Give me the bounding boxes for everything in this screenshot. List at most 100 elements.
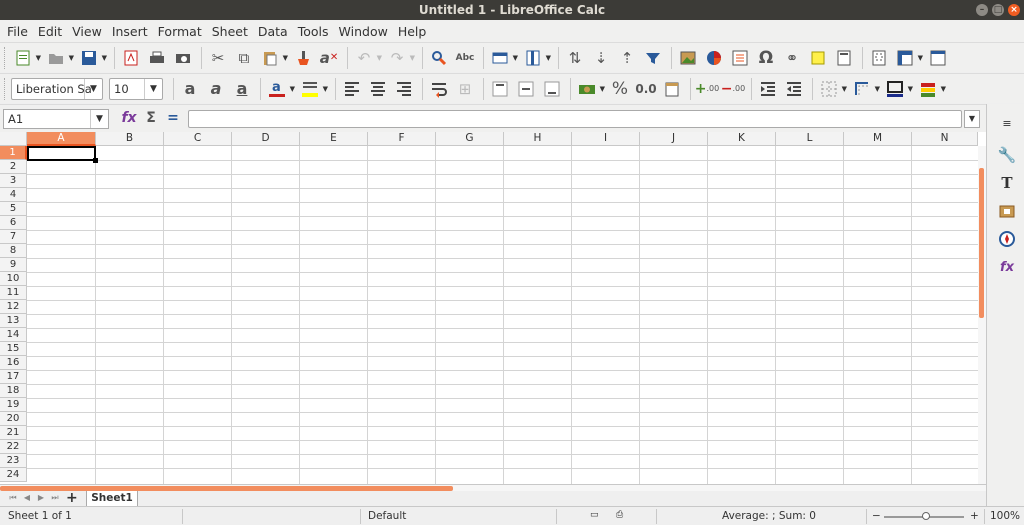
column-header-e[interactable]: E xyxy=(300,132,368,146)
column-header-b[interactable]: B xyxy=(96,132,164,146)
previous-sheet-icon[interactable]: ◀ xyxy=(20,493,34,503)
font-size-combo[interactable]: 10 ▼ xyxy=(109,77,163,100)
merge-cells-icon[interactable]: ⊞ xyxy=(453,77,477,101)
spreadsheet-grid[interactable]: A B C D E F G H I J K L M N 1 2 3 4 5 6 … xyxy=(0,132,986,484)
row-header-11[interactable]: 11 xyxy=(0,286,27,300)
chevron-down-icon[interactable]: ▼ xyxy=(144,78,162,99)
column-header-d[interactable]: D xyxy=(232,132,300,146)
toolbar-grip[interactable] xyxy=(4,46,7,69)
maximize-button[interactable]: □ xyxy=(992,4,1004,16)
percent-format-icon[interactable]: % xyxy=(608,77,632,101)
active-cell-cursor[interactable] xyxy=(27,146,98,163)
column-header-i[interactable]: I xyxy=(572,132,640,146)
conditional-format-icon[interactable]: ▼ xyxy=(916,77,946,101)
page-style[interactable]: Default xyxy=(368,510,406,522)
cut-icon[interactable]: ✂ xyxy=(206,46,230,70)
add-sheet-button[interactable]: + xyxy=(66,490,78,506)
menu-sheet[interactable]: Sheet xyxy=(207,24,253,39)
first-sheet-icon[interactable]: ⏮ xyxy=(6,493,20,503)
menu-view[interactable]: View xyxy=(67,24,107,39)
currency-format-icon[interactable]: ▼ xyxy=(575,77,605,101)
row-header-12[interactable]: 12 xyxy=(0,300,27,314)
font-color-icon[interactable]: a ▼ xyxy=(265,77,295,101)
row-header-8[interactable]: 8 xyxy=(0,244,27,258)
row-header-4[interactable]: 4 xyxy=(0,188,27,202)
menu-help[interactable]: Help xyxy=(393,24,432,39)
find-replace-icon[interactable] xyxy=(427,46,451,70)
add-decimal-place-icon[interactable]: + .00 xyxy=(695,77,719,101)
new-document-icon[interactable]: ▼ xyxy=(11,46,41,70)
row-header-24[interactable]: 24 xyxy=(0,468,27,482)
align-right-icon[interactable] xyxy=(392,77,416,101)
align-top-icon[interactable] xyxy=(488,77,512,101)
vertical-scrollbar[interactable] xyxy=(978,146,986,484)
navigator-compass-icon[interactable] xyxy=(996,228,1018,250)
horizontal-scrollbar[interactable] xyxy=(0,485,986,491)
clone-formatting-icon[interactable] xyxy=(291,46,315,70)
row-header-20[interactable]: 20 xyxy=(0,412,27,426)
column-header-l[interactable]: L xyxy=(776,132,844,146)
minimize-button[interactable]: – xyxy=(976,4,988,16)
styles-icon[interactable]: T xyxy=(996,172,1018,194)
print-preview-icon[interactable] xyxy=(171,46,195,70)
name-box[interactable]: A1 ▼ xyxy=(3,109,109,129)
export-pdf-icon[interactable] xyxy=(119,46,143,70)
headers-footers-icon[interactable] xyxy=(832,46,856,70)
column-header-k[interactable]: K xyxy=(708,132,776,146)
row-header-13[interactable]: 13 xyxy=(0,314,27,328)
row-header-3[interactable]: 3 xyxy=(0,174,27,188)
number-format-icon[interactable]: 0.0 xyxy=(634,77,658,101)
split-window-icon[interactable] xyxy=(926,46,950,70)
copy-icon[interactable]: ⧉ xyxy=(232,46,256,70)
save-icon[interactable]: ▼ xyxy=(77,46,107,70)
borders-icon[interactable]: ▼ xyxy=(817,77,847,101)
row-header-9[interactable]: 9 xyxy=(0,258,27,272)
align-center-icon[interactable] xyxy=(366,77,390,101)
last-sheet-icon[interactable]: ⏭ xyxy=(48,493,62,503)
zoom-level[interactable]: 100% xyxy=(990,510,1020,522)
highlight-color-icon[interactable]: ▼ xyxy=(298,77,328,101)
row-header-18[interactable]: 18 xyxy=(0,384,27,398)
paste-icon[interactable]: ▼ xyxy=(258,46,288,70)
font-name-combo[interactable]: Liberation Sa ▼ xyxy=(11,77,103,100)
align-left-icon[interactable] xyxy=(340,77,364,101)
zoom-in-button[interactable]: + xyxy=(970,510,979,522)
spelling-icon[interactable]: Abc xyxy=(453,46,477,70)
select-all-corner[interactable] xyxy=(0,132,27,146)
row-header-16[interactable]: 16 xyxy=(0,356,27,370)
menu-edit[interactable]: Edit xyxy=(33,24,67,39)
gallery-icon[interactable] xyxy=(996,200,1018,222)
row-header-6[interactable]: 6 xyxy=(0,216,27,230)
border-color-icon[interactable]: ▼ xyxy=(883,77,913,101)
row-header-22[interactable]: 22 xyxy=(0,440,27,454)
column-header-c[interactable]: C xyxy=(164,132,232,146)
chevron-down-icon[interactable]: ▼ xyxy=(84,78,102,99)
menu-format[interactable]: Format xyxy=(153,24,207,39)
column-icon[interactable]: ▼ xyxy=(521,46,551,70)
define-print-area-icon[interactable] xyxy=(867,46,891,70)
toolbar-grip[interactable] xyxy=(4,77,7,100)
special-character-icon[interactable]: Ω xyxy=(754,46,778,70)
pivot-table-icon[interactable] xyxy=(728,46,752,70)
open-folder-icon[interactable]: ▼ xyxy=(44,46,74,70)
row-header-15[interactable]: 15 xyxy=(0,342,27,356)
column-header-h[interactable]: H xyxy=(504,132,572,146)
bold-icon[interactable]: a xyxy=(178,77,202,101)
zoom-slider-knob[interactable] xyxy=(922,512,930,520)
column-header-j[interactable]: J xyxy=(640,132,708,146)
column-header-n[interactable]: N xyxy=(912,132,978,146)
menu-data[interactable]: Data xyxy=(253,24,293,39)
close-button[interactable]: × xyxy=(1008,4,1020,16)
autofilter-icon[interactable] xyxy=(641,46,665,70)
increase-indent-icon[interactable] xyxy=(756,77,780,101)
column-header-f[interactable]: F xyxy=(368,132,436,146)
expand-formula-bar-button[interactable]: ▼ xyxy=(964,110,980,128)
date-format-icon[interactable] xyxy=(660,77,684,101)
hyperlink-icon[interactable]: ⚭ xyxy=(780,46,804,70)
next-sheet-icon[interactable]: ▶ xyxy=(34,493,48,503)
row-header-14[interactable]: 14 xyxy=(0,328,27,342)
zoom-out-button[interactable]: − xyxy=(872,510,881,522)
freeze-rows-columns-icon[interactable]: ▼ xyxy=(893,46,923,70)
menu-window[interactable]: Window xyxy=(334,24,393,39)
row-header-17[interactable]: 17 xyxy=(0,370,27,384)
